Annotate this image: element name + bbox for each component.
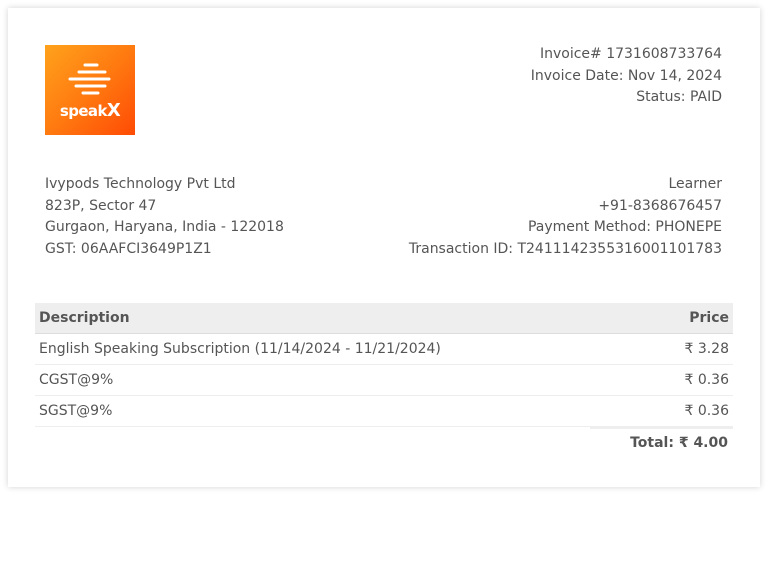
invoice-status: Status: PAID [636, 89, 722, 105]
seller-address-line2: Gurgaon, Haryana, India - 122018 [45, 219, 284, 235]
total-divider [590, 427, 733, 429]
invoice-card: speakX Invoice# 1731608733764 Invoice Da… [8, 8, 760, 487]
logo-wordmark: speakX [45, 100, 135, 121]
line-items-table: Description Price English Speaking Subsc… [35, 303, 733, 427]
invoice-date: Invoice Date: Nov 14, 2024 [530, 67, 722, 84]
buyer-phone: +91-8368676457 [598, 197, 722, 214]
row-description: SGST@9% [35, 395, 654, 427]
logo-wordmark-x: X [106, 100, 121, 121]
seller-name: Ivypods Technology Pvt Ltd [45, 176, 236, 192]
description-header: Description [35, 303, 654, 334]
speakx-logo: speakX [45, 45, 135, 135]
table-row: English Speaking Subscription (11/14/202… [35, 333, 733, 365]
row-price: ₹ 3.28 [653, 333, 733, 365]
row-price: ₹ 0.36 [653, 395, 733, 427]
buyer-name: Learner [668, 176, 723, 192]
seller-address-line1: 823P, Sector 47 [45, 197, 157, 214]
speech-lines-icon [68, 63, 111, 95]
buyer-details: Learner +91-8368676457 Payment Method: P… [409, 174, 722, 260]
row-description: CGST@9% [35, 364, 654, 396]
row-price: ₹ 0.36 [653, 364, 733, 396]
transaction-id: Transaction ID: T2411142355316001101783 [408, 240, 722, 257]
table-row: SGST@9% ₹ 0.36 [35, 395, 733, 427]
invoice-meta: Invoice# 1731608733764 Invoice Date: Nov… [531, 44, 722, 109]
logo-wordmark-main: speak [59, 102, 108, 120]
row-description: English Speaking Subscription (11/14/202… [35, 333, 654, 365]
payment-method: Payment Method: PHONEPE [527, 219, 722, 235]
invoice-number: Invoice# 1731608733764 [539, 46, 722, 62]
price-header: Price [653, 303, 733, 334]
invoice-total: Total: ₹ 4.00 [630, 435, 728, 451]
table-row: CGST@9% ₹ 0.36 [35, 364, 733, 396]
table-header-row: Description Price [35, 303, 733, 334]
seller-details: Ivypods Technology Pvt Ltd 823P, Sector … [45, 174, 284, 260]
seller-gst: GST: 06AAFCI3649P1Z1 [45, 240, 212, 257]
